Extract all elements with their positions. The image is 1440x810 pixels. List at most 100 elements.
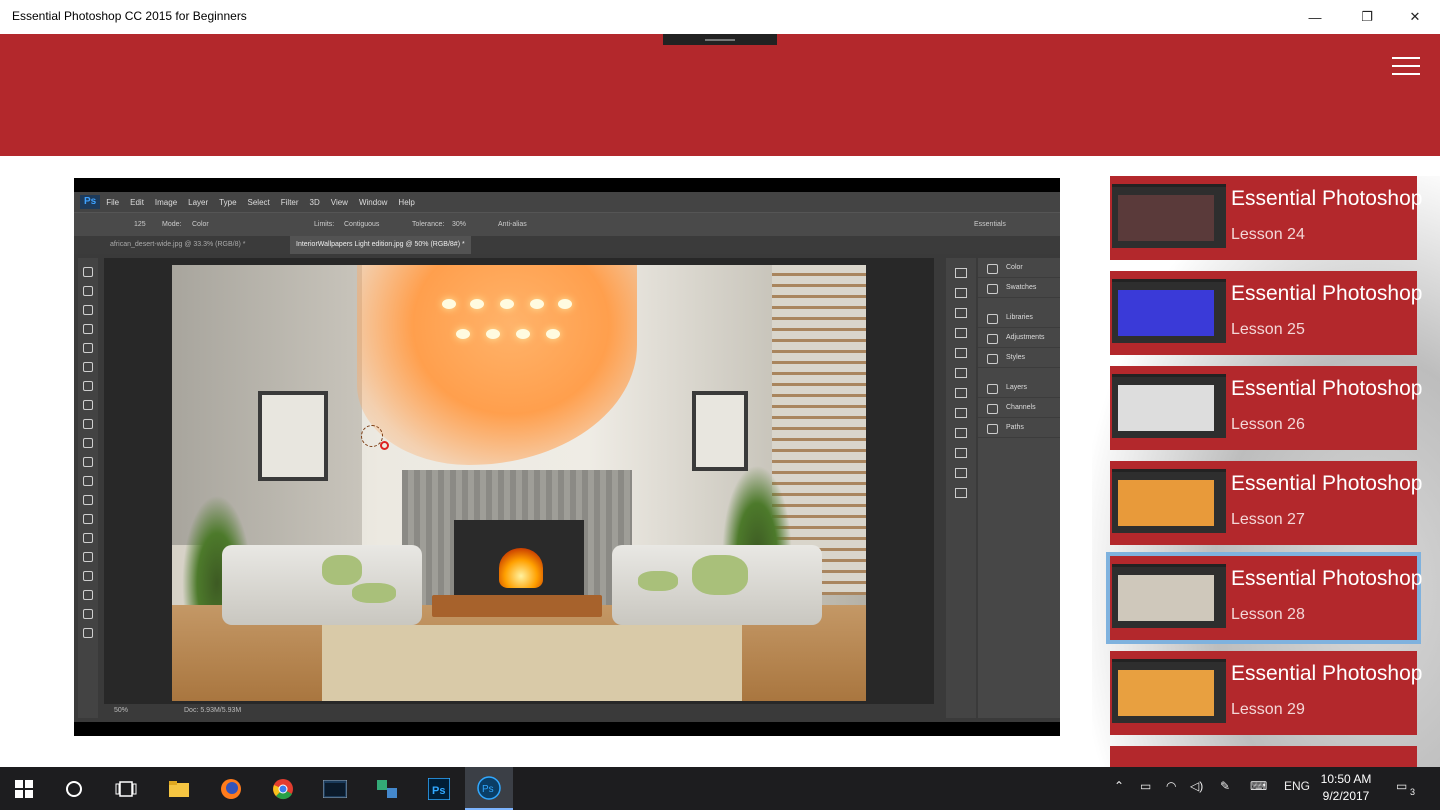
ps-tools-panel (78, 258, 98, 718)
ps-panel-paths: Paths (978, 418, 1060, 438)
close-button[interactable]: ✕ (1392, 0, 1438, 34)
ps-menu-item: View (330, 197, 348, 207)
ps-panel-libraries: Libraries (978, 308, 1060, 328)
ps-status-bar: 50% Doc: 5.93M/5.93M (104, 704, 934, 718)
lesson-title: Essential Photoshop (1231, 567, 1423, 590)
ps-panel-swatches: Swatches (978, 278, 1060, 298)
ps-menu-item: Layer (188, 197, 209, 207)
lesson-item-partial[interactable] (1110, 746, 1417, 767)
lesson-list[interactable]: Essential Photoshop Lesson 24 Essential … (1092, 176, 1440, 767)
restore-button[interactable]: ❐ (1344, 0, 1390, 34)
cortana-search-icon[interactable] (50, 767, 98, 810)
video-player[interactable]: Ps File Edit Image Layer Type Select Fil… (74, 178, 1060, 736)
ps-doc-tab-active: InteriorWallpapers Light edition.jpg @ 5… (290, 236, 471, 254)
lesson-title: Essential Photoshop (1231, 377, 1423, 400)
lesson-title: Essential Photoshop (1231, 187, 1423, 210)
window-title: Essential Photoshop CC 2015 for Beginner… (12, 9, 247, 23)
windows-start-icon[interactable] (0, 767, 48, 810)
ps-limits-value: Contiguous (344, 221, 380, 228)
lesson-item[interactable]: Essential Photoshop Lesson 26 (1110, 366, 1422, 450)
lesson-number: Lesson 27 (1231, 511, 1305, 528)
ps-limits-label: Limits: (314, 221, 335, 228)
lesson-item[interactable]: Essential Photoshop Lesson 24 (1110, 176, 1422, 260)
lesson-item[interactable]: Essential Photoshop Lesson 27 (1110, 461, 1422, 545)
coffee-table (432, 595, 602, 617)
clock-date: 9/2/2017 (1322, 789, 1370, 803)
notification-count: 3 (1410, 787, 1416, 797)
ps-menu-item: File (106, 197, 120, 207)
ps-menu-item: Filter (280, 197, 299, 207)
pen-icon[interactable]: ✎ (1220, 779, 1230, 793)
lesson-item-selected[interactable]: Essential Photoshop Lesson 28 (1106, 552, 1422, 644)
file-explorer-icon[interactable] (155, 767, 203, 810)
app-header (0, 34, 1440, 156)
minimize-button[interactable]: — (1292, 0, 1338, 34)
interior-room-image (172, 265, 866, 701)
task-view-icon[interactable] (102, 767, 150, 810)
ps-panel-layers: Layers (978, 378, 1060, 398)
ps-zoom: 50% (114, 707, 129, 714)
lesson-number: Lesson 28 (1231, 606, 1305, 623)
ps-brush-size: 125 (134, 221, 146, 228)
wall-picture-frame (258, 391, 328, 481)
notifications-icon[interactable]: ▭ (1396, 779, 1407, 793)
volume-icon[interactable]: ◁) (1190, 779, 1203, 793)
hamburger-menu-icon[interactable] (1390, 55, 1422, 77)
ps-menu-item: Type (219, 197, 237, 207)
photoshop-icon[interactable]: Ps (415, 767, 463, 810)
photoshop-tutorial-app-icon[interactable]: Ps (465, 767, 513, 810)
photoshop-logo-icon: Ps (80, 195, 101, 209)
svg-text:Ps: Ps (432, 785, 445, 797)
ps-mode-label: Mode: (162, 221, 182, 228)
ps-workspace: Essentials (974, 221, 1006, 228)
firefox-icon[interactable] (207, 767, 255, 810)
clock-time: 10:50 AM (1320, 772, 1372, 786)
lesson-title: Essential Photoshop (1231, 472, 1423, 495)
lesson-item[interactable]: Essential Photoshop Lesson 25 (1110, 271, 1422, 355)
ps-options-bar: 125 Mode: Color Limits: Contiguous Toler… (74, 212, 1060, 236)
ps-doc-tab: african_desert-wide.jpg @ 33.3% (RGB/8) … (110, 241, 246, 248)
lesson-number: Lesson 26 (1231, 416, 1305, 433)
lesson-thumbnail (1112, 279, 1226, 343)
ps-doc-size: Doc: 5.93M/5.93M (184, 707, 242, 714)
chevron-up-icon[interactable]: ⌃ (1114, 779, 1124, 793)
lesson-number: Lesson 25 (1231, 321, 1305, 338)
target-cursor-icon (380, 441, 389, 450)
lesson-number: Lesson 29 (1231, 701, 1305, 718)
lesson-thumbnail (1112, 374, 1226, 438)
ps-antialias: Anti-alias (498, 221, 527, 228)
language-indicator[interactable]: ENG (1284, 779, 1310, 793)
terminal-icon[interactable] (311, 767, 359, 810)
lesson-thumbnail (1112, 469, 1226, 533)
photoshop-screen: Ps File Edit Image Layer Type Select Fil… (74, 192, 1060, 722)
lesson-item[interactable]: Essential Photoshop Lesson 29 (1110, 651, 1422, 735)
svg-text:Ps: Ps (482, 784, 494, 795)
chandelier (442, 283, 572, 343)
clock[interactable]: 10:50 AM 9/2/2017 (1316, 771, 1376, 805)
keyboard-icon[interactable]: ⌨ (1250, 779, 1267, 793)
battery-icon[interactable]: ▭ (1140, 779, 1151, 793)
ps-menu-item: Help (398, 197, 415, 207)
ps-panels: Color Swatches Libraries Adjustments Sty… (978, 258, 1060, 718)
ps-panel-channels: Channels (978, 398, 1060, 418)
lesson-thumbnail (1112, 659, 1226, 723)
wall-picture-frame (692, 391, 748, 471)
network-app-icon[interactable] (363, 767, 411, 810)
ps-panel-adjustments: Adjustments (978, 328, 1060, 348)
wifi-icon[interactable]: ◠ (1166, 779, 1176, 793)
lesson-thumbnail (1112, 184, 1226, 248)
lesson-title: Essential Photoshop (1231, 282, 1423, 305)
lesson-number: Lesson 24 (1231, 226, 1305, 243)
ps-tolerance-value: 30% (452, 221, 467, 228)
ps-menu-item: Select (247, 197, 270, 207)
ps-panel-color: Color (978, 258, 1060, 278)
chrome-icon[interactable] (259, 767, 307, 810)
lesson-thumbnail (1112, 564, 1226, 628)
drag-handle[interactable] (663, 34, 777, 45)
ps-mode-value: Color (192, 221, 209, 228)
lesson-title: Essential Photoshop (1231, 662, 1423, 685)
window-title-bar: Essential Photoshop CC 2015 for Beginner… (0, 0, 1440, 34)
ps-menu-item: Window (358, 197, 388, 207)
ps-menubar: Ps File Edit Image Layer Type Select Fil… (74, 192, 1060, 212)
ps-menu-item: Image (154, 197, 178, 207)
